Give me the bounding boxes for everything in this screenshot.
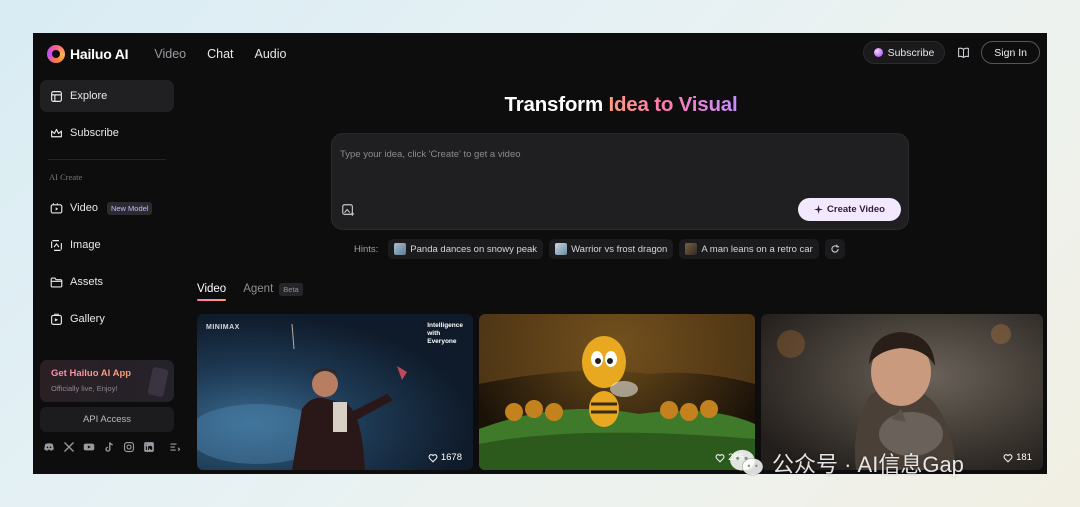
explore-icon — [51, 90, 62, 102]
subscribe-button[interactable]: Subscribe — [862, 41, 946, 64]
sidebar-item-video[interactable]: Video New Model — [40, 192, 174, 224]
sidebar-item-explore[interactable]: Explore — [40, 80, 174, 112]
book-icon[interactable] — [955, 45, 971, 61]
sidebar-item-label: Subscribe — [70, 127, 119, 139]
app-window: Hailuo AI Video Chat Audio Subscribe Sig… — [33, 33, 1047, 474]
sidebar-item-label: Video — [70, 202, 98, 214]
hint-label: Panda dances on snowy peak — [410, 243, 538, 255]
hint-label: Warrior vs frost dragon — [571, 243, 668, 255]
hint-chip[interactable]: A man leans on a retro car — [679, 239, 819, 259]
hint-thumbnail — [685, 243, 698, 255]
top-nav: Video Chat Audio — [154, 47, 286, 61]
prompt-input[interactable] — [340, 144, 880, 164]
overlay-line: Intelligence — [427, 322, 463, 329]
add-image-icon[interactable] — [341, 203, 355, 217]
social-links — [43, 441, 181, 453]
nav-audio[interactable]: Audio — [255, 47, 287, 61]
watermark: 公众号 · AI信息Gap — [728, 447, 964, 479]
subscribe-label: Subscribe — [887, 46, 935, 59]
nav-chat[interactable]: Chat — [207, 47, 233, 61]
sidebar-item-gallery[interactable]: Gallery — [40, 303, 174, 335]
tab-video[interactable]: Video — [197, 283, 227, 301]
like-count[interactable]: 1678 — [428, 452, 462, 463]
get-app-subtitle: Officially live, Enjoy! — [51, 384, 118, 393]
overlay-line: Everyone — [427, 338, 457, 345]
sign-in-button[interactable]: Sign In — [981, 41, 1040, 64]
refresh-hints-button[interactable] — [824, 239, 845, 259]
linkedin-icon[interactable] — [143, 441, 155, 453]
wechat-icon — [730, 449, 764, 476]
heart-icon — [1003, 453, 1013, 462]
beta-badge: Beta — [279, 282, 303, 296]
folder-icon — [50, 276, 63, 288]
hint-thumbnail — [394, 243, 407, 255]
sidebar-item-assets[interactable]: Assets — [40, 266, 174, 298]
like-count-value: 181 — [1016, 452, 1032, 463]
sidebar-item-label: Image — [70, 239, 101, 251]
api-access-button[interactable]: API Access — [40, 407, 174, 432]
sidebar: Explore Subscribe AI Create Video New Mo… — [33, 75, 181, 474]
minimax-brand-mark: MINIMAX — [206, 324, 240, 331]
create-video-button[interactable]: Create Video — [798, 198, 901, 221]
headline-plain: Transform — [504, 93, 609, 116]
crown-icon — [51, 128, 62, 137]
like-count-value: 1678 — [440, 452, 462, 463]
gallery-icon — [51, 313, 62, 325]
tab-agent[interactable]: Agent — [243, 283, 273, 300]
hailuo-logo-icon — [47, 45, 65, 63]
heart-icon — [428, 453, 438, 462]
gem-icon — [873, 48, 883, 57]
instagram-icon[interactable] — [123, 441, 135, 453]
page-headline: Transform Idea to Visual — [181, 93, 1047, 117]
hints-label: Hints: — [354, 243, 379, 255]
get-app-title: Get Hailuo AI App — [51, 368, 132, 379]
content-tabs: Video Agent Beta — [197, 282, 303, 301]
hint-chip[interactable]: Warrior vs frost dragon — [549, 239, 674, 259]
top-right-actions: Subscribe Sign In — [862, 41, 1040, 64]
sidebar-item-label: Explore — [70, 90, 108, 102]
nav-video[interactable]: Video — [154, 47, 186, 61]
hint-thumbnail — [555, 243, 568, 255]
like-count[interactable]: 181 — [1003, 452, 1032, 463]
watermark-text: 公众号 · AI信息Gap — [772, 452, 964, 477]
video-card[interactable]: MINIMAX Intelligence with Everyone 1678 — [197, 314, 473, 470]
hint-label: A man leans on a retro car — [701, 243, 813, 255]
create-video-label: Create Video — [827, 204, 885, 215]
headline-highlight: Idea to Visual — [608, 93, 738, 116]
heart-icon — [715, 453, 725, 462]
prompt-box: Create Video — [331, 133, 909, 230]
top-bar: Hailuo AI Video Chat Audio Subscribe Sig… — [33, 33, 1047, 75]
brand-name: Hailuo AI — [70, 46, 129, 62]
tiktok-icon[interactable] — [103, 441, 115, 453]
section-label-ai-create: AI Create — [49, 172, 83, 182]
x-icon[interactable] — [63, 441, 75, 453]
sidebar-item-subscribe[interactable]: Subscribe — [40, 117, 174, 149]
video-card[interactable]: 285 — [479, 314, 755, 470]
get-app-card[interactable]: Get Hailuo AI App Officially live, Enjoy… — [40, 360, 174, 402]
sparkle-icon — [814, 205, 824, 214]
phone-icon — [147, 366, 169, 398]
hint-chip[interactable]: Panda dances on snowy peak — [388, 239, 544, 259]
more-icon[interactable] — [169, 441, 181, 453]
logo[interactable]: Hailuo AI — [47, 45, 129, 63]
sidebar-item-image[interactable]: Image — [40, 229, 174, 261]
sidebar-divider — [48, 159, 166, 160]
new-model-badge: New Model — [106, 201, 153, 215]
sidebar-item-label: Gallery — [70, 313, 105, 325]
hints-bar: Hints: Panda dances on snowy peak Warrio… — [354, 239, 845, 259]
sidebar-item-label: Assets — [70, 276, 104, 288]
video-icon — [50, 202, 63, 214]
youtube-icon[interactable] — [83, 441, 95, 453]
refresh-icon — [831, 244, 839, 253]
image-icon — [51, 239, 62, 251]
overlay-text: Intelligence with Everyone — [427, 322, 463, 346]
overlay-line: with — [427, 330, 441, 337]
discord-icon[interactable] — [43, 441, 55, 453]
video-thumbnail — [479, 314, 755, 470]
